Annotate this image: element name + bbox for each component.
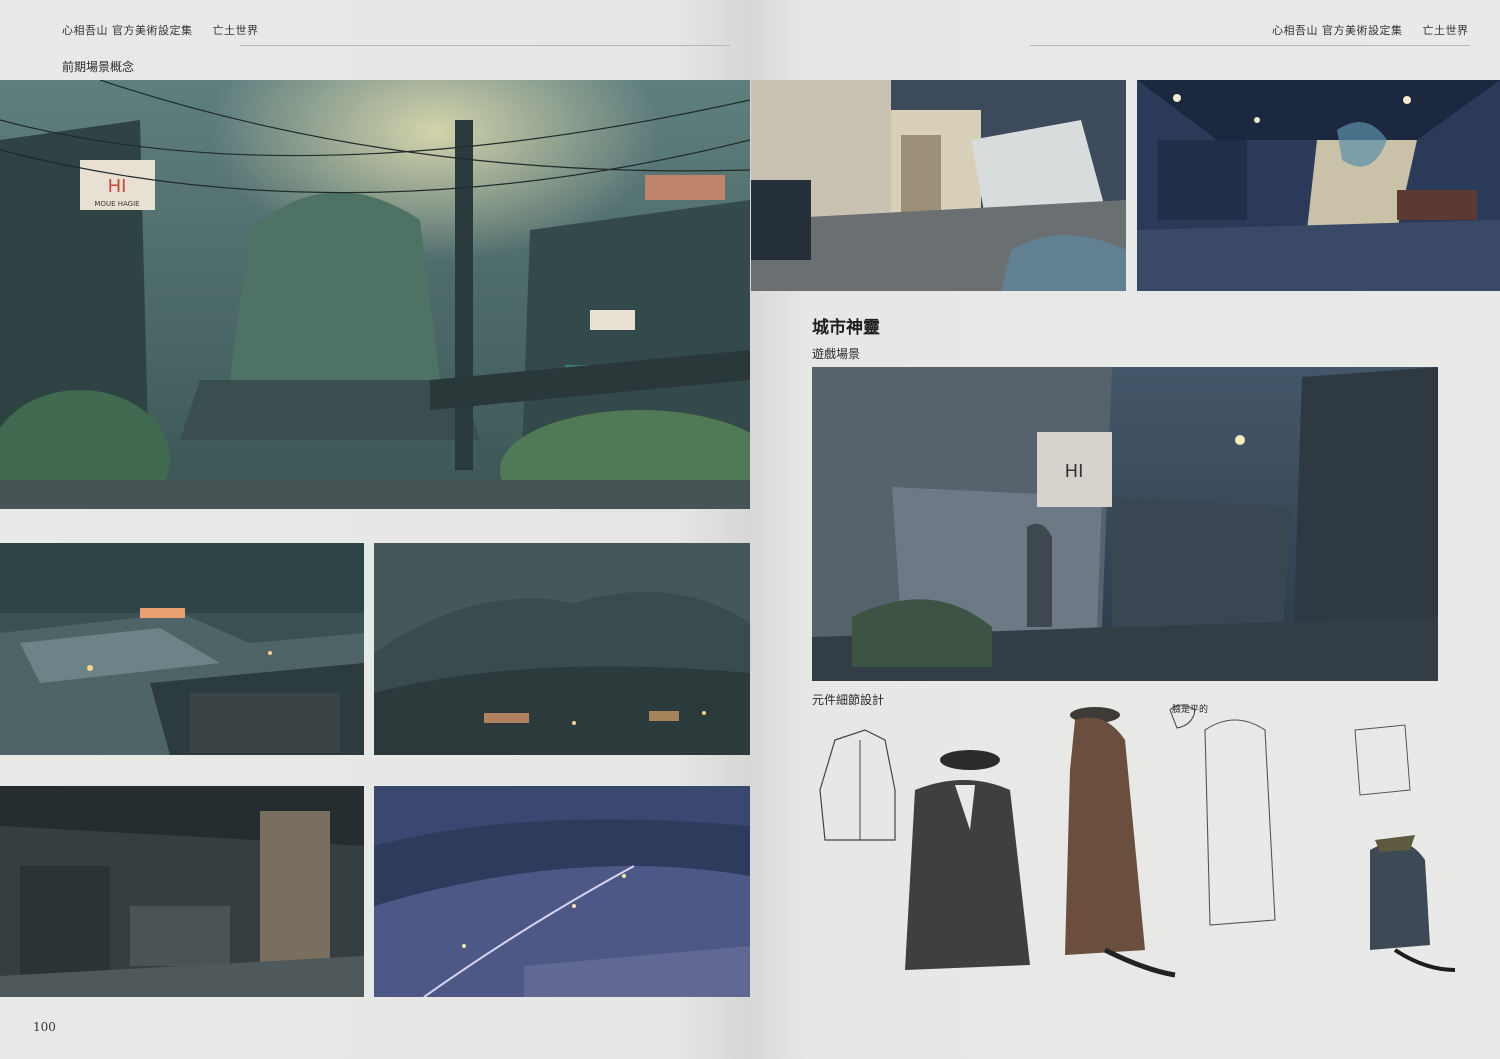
game-scene-label: 遊戲場景 bbox=[812, 347, 861, 361]
left-chapter-name: 亡土世界 bbox=[212, 24, 259, 37]
left-book-title: 心相吾山 官方美術設定集 bbox=[62, 24, 193, 37]
section-title: 城市神靈 bbox=[812, 318, 880, 338]
ruined-interior-concept bbox=[0, 786, 364, 997]
right-header-rule bbox=[1030, 45, 1470, 46]
book-spread: 心相吾山 官方美術設定集 亡土世界 前期場景概念 HI MOUE HAGIE 1… bbox=[0, 0, 1500, 1059]
neon-sign-text: HI bbox=[108, 176, 127, 197]
neon-sign-subtext: MOUE HAGIE bbox=[94, 200, 139, 208]
left-page: 心相吾山 官方美術設定集 亡土世界 前期場景概念 HI MOUE HAGIE 1… bbox=[0, 0, 750, 1059]
left-section-label: 前期場景概念 bbox=[62, 60, 135, 74]
right-book-title: 心相吾山 官方美術設定集 bbox=[1272, 24, 1403, 37]
character-sketch-sheet bbox=[805, 700, 1455, 1000]
left-page-number: 100 bbox=[33, 1020, 56, 1034]
right-page: 心相吾山 官方美術設定集 亡土世界 城市神靈 遊戲場景 HI 元件細節設計 臉是… bbox=[750, 0, 1500, 1059]
sketch-annotation: 臉是平的 bbox=[1172, 705, 1209, 715]
mountain-town-mist-concept bbox=[374, 543, 750, 755]
cafe-van-night-concept bbox=[751, 80, 1126, 291]
hillside-night-town-concept bbox=[374, 786, 750, 997]
right-running-header: 心相吾山 官方美術設定集 亡土世界 bbox=[1272, 22, 1469, 38]
right-chapter-name: 亡土世界 bbox=[1422, 24, 1469, 37]
rooftop-night-concept bbox=[0, 543, 364, 755]
left-running-header: 心相吾山 官方美術設定集 亡土世界 bbox=[62, 22, 259, 38]
abandoned-interior-blue-concept bbox=[1137, 80, 1500, 291]
main-street-concept-art: HI MOUE HAGIE bbox=[0, 80, 750, 509]
left-header-rule bbox=[240, 45, 730, 46]
game-scene-alley-art: HI bbox=[812, 367, 1438, 681]
scene-sign-text: HI bbox=[1065, 461, 1084, 482]
